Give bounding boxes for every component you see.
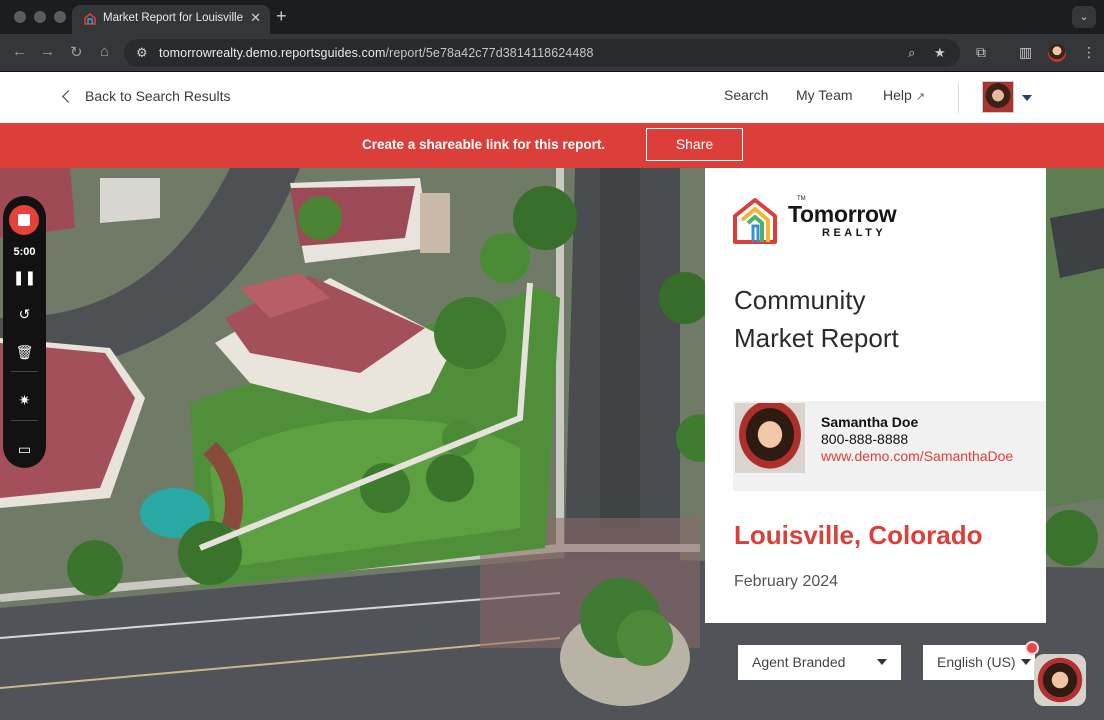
- zoom-icon[interactable]: ⌕: [908, 45, 915, 61]
- branding-select[interactable]: Agent Branded: [738, 645, 901, 680]
- nav-search[interactable]: Search: [724, 87, 768, 103]
- url-path: /report/5e78a42c77d3814118624488: [385, 46, 594, 60]
- home-icon[interactable]: ⌂: [100, 43, 109, 60]
- user-avatar[interactable]: [982, 81, 1014, 113]
- more-menu-icon[interactable]: ⋮: [1082, 44, 1096, 61]
- webcam-preview[interactable]: [1034, 654, 1086, 706]
- forward-arrow-icon[interactable]: →: [40, 43, 55, 60]
- user-menu-caret-icon[interactable]: [1022, 95, 1032, 101]
- report-cover-card: TM Tomorrow REALTY Community Market Repo…: [705, 168, 1046, 623]
- url-text[interactable]: tomorrowrealty.demo.reportsguides.com/re…: [159, 46, 594, 60]
- nav-help[interactable]: Help ↗: [883, 87, 925, 103]
- report-location: Louisville, Colorado: [734, 520, 983, 550]
- report-title-line-2: Market Report: [734, 323, 899, 353]
- report-title-line-1: Community: [734, 285, 866, 315]
- tab-title: Market Report for Louisville: [103, 12, 243, 24]
- chevron-down-icon: [1021, 659, 1031, 665]
- recorder-divider: [11, 420, 38, 421]
- new-tab-button[interactable]: +: [276, 6, 287, 27]
- window-zoom-button[interactable]: [54, 11, 66, 23]
- tab-search-button[interactable]: ⌄: [1072, 6, 1096, 28]
- language-select[interactable]: English (US): [923, 645, 1035, 680]
- side-panel-icon[interactable]: ▥: [1019, 44, 1032, 61]
- report-title: Community Market Report: [734, 281, 899, 357]
- branding-select-value: Agent Branded: [752, 654, 846, 670]
- camera-icon[interactable]: ▭: [3, 441, 46, 458]
- nav-help-label: Help: [883, 87, 912, 103]
- tab-close-icon[interactable]: ✕: [250, 10, 261, 26]
- chevron-down-icon: [877, 659, 887, 665]
- screen-recorder-panel: 5:00 ❚❚ ↺ 🗑 ✷ ▭: [3, 196, 46, 468]
- trash-icon[interactable]: 🗑: [3, 344, 46, 361]
- language-select-value: English (US): [937, 654, 1016, 670]
- url-host: tomorrowrealty.demo.reportsguides.com: [159, 46, 386, 60]
- brand-name: Tomorrow: [788, 201, 897, 227]
- agent-website-link[interactable]: www.demo.com/SamanthaDoe: [821, 448, 1013, 464]
- share-banner-text: Create a shareable link for this report.: [362, 137, 606, 152]
- window-minimize-button[interactable]: [34, 11, 46, 23]
- site-settings-icon[interactable]: ⚙: [136, 45, 148, 61]
- agent-photo: [735, 403, 805, 473]
- back-link-label: Back to Search Results: [85, 88, 231, 104]
- window-close-button[interactable]: [14, 11, 26, 23]
- extensions-icon[interactable]: ⧉: [976, 44, 986, 61]
- brand-subtitle: REALTY: [822, 227, 887, 239]
- tomorrow-realty-logo-icon: [733, 198, 777, 244]
- stop-record-icon[interactable]: [9, 205, 39, 235]
- agent-contact-box: Samantha Doe 800-888-8888 www.demo.com/S…: [733, 401, 1046, 491]
- nav-my-team[interactable]: My Team: [796, 87, 853, 103]
- browser-toolbar: ← → ↻ ⌂ ⚙ tomorrowrealty.demo.reportsgui…: [0, 34, 1104, 72]
- agent-name: Samantha Doe: [821, 414, 919, 430]
- recording-timer: 5:00: [13, 246, 36, 258]
- site-header: Back to Search Results Search My Team He…: [0, 72, 1104, 123]
- agent-phone: 800-888-8888: [821, 431, 909, 447]
- effects-icon[interactable]: ✷: [3, 392, 46, 409]
- bookmark-star-icon[interactable]: ★: [934, 45, 946, 61]
- restart-icon[interactable]: ↺: [3, 306, 46, 323]
- back-to-results-link[interactable]: Back to Search Results: [62, 88, 231, 104]
- recorder-divider: [11, 371, 38, 372]
- external-link-icon: ↗: [915, 91, 926, 103]
- pause-icon[interactable]: ❚❚: [3, 269, 46, 286]
- back-arrow-icon[interactable]: ←: [12, 43, 27, 60]
- share-banner: Create a shareable link for this report.…: [0, 123, 1104, 168]
- browser-tab[interactable]: Market Report for Louisville ✕: [72, 5, 270, 34]
- address-bar[interactable]: ⚙ tomorrowrealty.demo.reportsguides.com/…: [124, 39, 960, 67]
- report-date: February 2024: [734, 573, 839, 590]
- header-divider: [958, 83, 959, 113]
- reload-icon[interactable]: ↻: [70, 43, 83, 61]
- recording-indicator-dot: [1025, 641, 1039, 655]
- share-button[interactable]: Share: [646, 128, 743, 161]
- browser-profile-avatar[interactable]: [1048, 44, 1066, 62]
- site-favicon-icon: [84, 13, 96, 25]
- chevron-left-icon: [62, 89, 75, 103]
- browser-tab-bar: Market Report for Louisville ✕ + ⌄: [0, 0, 1104, 34]
